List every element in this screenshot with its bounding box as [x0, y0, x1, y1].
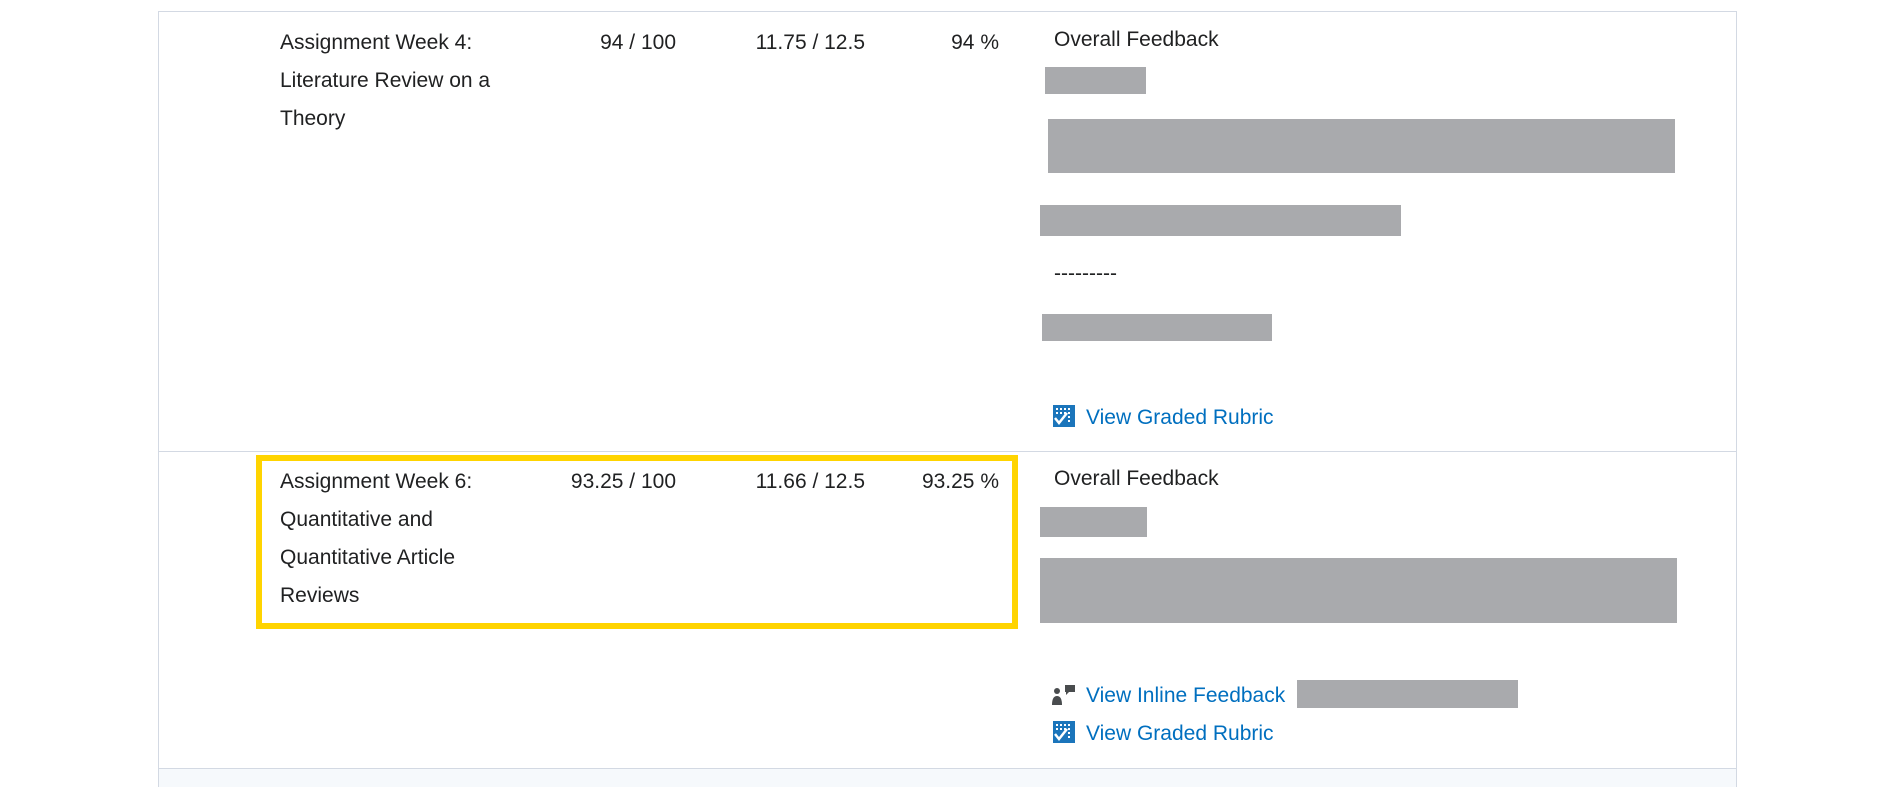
view-graded-rubric-link[interactable]: View Graded Rubric [1052, 403, 1274, 433]
grade-percent: 93.25 % [921, 470, 999, 493]
redacted-text [1048, 119, 1675, 173]
weighted-score: 11.66 / 12.5 [755, 470, 865, 493]
points-score: 93.25 / 100 [570, 470, 676, 493]
view-inline-feedback-link[interactable]: View Inline Feedback [1052, 681, 1285, 711]
weighted-score: 11.75 / 12.5 [755, 31, 865, 54]
grade-item-title: Assignment Week 4: Literature Review on … [280, 24, 490, 138]
redacted-text [1045, 67, 1146, 94]
redacted-text [1040, 205, 1401, 236]
grade-percent: 94 % [951, 31, 999, 54]
rubric-check-icon [1053, 721, 1075, 743]
redacted-text [1297, 680, 1518, 708]
points-score: 94 / 100 [600, 31, 676, 54]
redacted-text [1040, 558, 1677, 623]
rubric-check-icon [1053, 405, 1075, 427]
title-line: Assignment Week 6: [280, 470, 473, 493]
title-line: Quantitative and [280, 508, 433, 531]
next-row-background [159, 769, 1736, 787]
feedback-separator: --------- [1054, 262, 1117, 285]
view-graded-rubric-link[interactable]: View Graded Rubric [1052, 719, 1274, 749]
title-line: Quantitative Article [280, 546, 456, 569]
title-line: Reviews [280, 584, 360, 607]
redacted-text [1042, 314, 1272, 341]
title-line: Literature Review on a [280, 69, 491, 92]
feedback-heading: Overall Feedback [1054, 467, 1219, 490]
link-label: View Graded Rubric [1086, 406, 1274, 429]
grade-item-title: Assignment Week 6: Quantitative and Quan… [280, 463, 472, 615]
title-line: Theory [280, 107, 346, 130]
feedback-heading: Overall Feedback [1054, 28, 1219, 51]
link-label: View Graded Rubric [1086, 722, 1274, 745]
title-line: Assignment Week 4: [280, 31, 473, 54]
link-label: View Inline Feedback [1086, 684, 1286, 707]
inline-feedback-icon [1052, 685, 1075, 705]
row-divider [158, 451, 1737, 452]
redacted-text [1040, 507, 1147, 537]
